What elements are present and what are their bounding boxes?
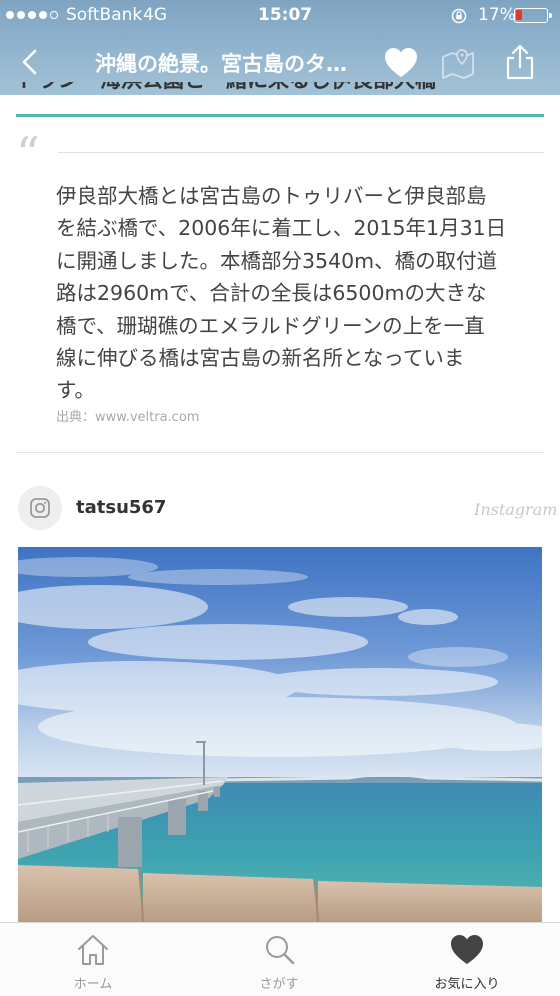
heading-underline xyxy=(16,114,544,117)
battery-icon xyxy=(514,8,552,23)
search-icon xyxy=(266,936,295,965)
heart-icon xyxy=(451,935,483,964)
heart-icon[interactable] xyxy=(383,46,419,80)
carrier-label: SoftBank xyxy=(66,5,143,25)
back-chevron-icon[interactable] xyxy=(12,44,46,80)
map-pin-icon[interactable] xyxy=(440,45,476,81)
tab-home[interactable]: ホーム xyxy=(0,923,186,996)
tab-favorites[interactable]: お気に入り xyxy=(374,923,560,996)
section-divider xyxy=(16,452,544,453)
avatar[interactable] xyxy=(18,486,62,530)
tab-search-label: さがす xyxy=(259,977,299,992)
section-heading: トラン・海浜公園と一緒に来るじ伊良部大橋 xyxy=(16,82,544,96)
quote-text: 伊良部大橋とは宮古島のトゥリバーと伊良部島 を結ぶ橋で、2006年に着工し、20… xyxy=(56,184,507,403)
instagram-camera-icon xyxy=(30,498,50,518)
home-icon xyxy=(78,935,108,965)
quote-source[interactable]: 出典：www.veltra.com xyxy=(56,406,199,425)
bridge-photo-image xyxy=(18,547,542,922)
network-label: 4G xyxy=(143,5,167,25)
instagram-username[interactable]: tatsu567 xyxy=(76,497,166,518)
status-bar: SoftBank 4G 15:07 17% xyxy=(0,0,560,30)
tab-home-label: ホーム xyxy=(73,977,113,992)
page-title: 沖縄の絶景。宮古島のタ… xyxy=(95,52,347,76)
instagram-photo[interactable] xyxy=(18,547,542,922)
tab-favorites-label: お気に入り xyxy=(434,977,500,992)
share-icon[interactable] xyxy=(503,43,537,81)
rotation-lock-icon xyxy=(451,8,467,24)
tab-search[interactable]: さがす xyxy=(186,923,372,996)
status-time: 15:07 xyxy=(258,5,313,25)
instagram-logo[interactable]: Instagram xyxy=(474,500,557,519)
battery-percent: 17% xyxy=(478,5,516,25)
quote-divider xyxy=(58,152,544,153)
quote-icon: “ xyxy=(16,127,40,181)
header-bar: SoftBank 4G 15:07 17% 沖縄の絶景。宮古島のタ… xyxy=(0,0,560,95)
signal-strength-icon xyxy=(6,11,58,19)
tab-bar: ホーム さがす お気に入り xyxy=(0,922,560,996)
